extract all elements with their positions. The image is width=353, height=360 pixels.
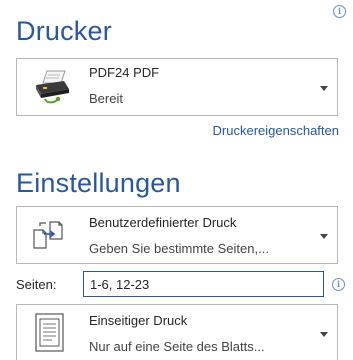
pages-input[interactable] — [83, 271, 324, 297]
printer-properties-link[interactable]: Druckereigenschaften — [213, 123, 339, 138]
settings-section-title: Einstellungen — [16, 168, 181, 198]
printer-name: PDF24 PDF — [89, 65, 160, 80]
sides-dropdown[interactable]: Einseitiger Druck Nur auf eine Seite des… — [16, 304, 338, 360]
printer-status: Bereit — [89, 91, 123, 106]
one-sided-page-icon — [35, 313, 65, 353]
pages-label: Seiten: — [16, 277, 57, 292]
sides-description: Nur auf eine Seite des Blatts... — [89, 339, 265, 354]
print-range-description: Geben Sie bestimmte Seiten,... — [89, 241, 269, 256]
print-settings-panel: i Drucker PDF24 PDF Bereit Druckereigens… — [0, 0, 353, 360]
print-range-label: Benutzerdefinierter Druck — [89, 215, 237, 230]
printer-section-title: Drucker — [16, 16, 112, 46]
print-range-dropdown[interactable]: Benutzerdefinierter Druck Geben Sie best… — [16, 206, 338, 264]
custom-print-icon — [31, 219, 67, 251]
info-icon[interactable]: i — [332, 278, 345, 291]
sides-label: Einseitiger Druck — [89, 313, 188, 328]
printer-dropdown[interactable]: PDF24 PDF Bereit — [16, 58, 338, 116]
chevron-down-icon — [320, 86, 328, 91]
printer-icon — [31, 67, 73, 109]
info-icon[interactable]: i — [333, 5, 346, 18]
chevron-down-icon — [320, 332, 328, 337]
chevron-down-icon — [320, 234, 328, 239]
